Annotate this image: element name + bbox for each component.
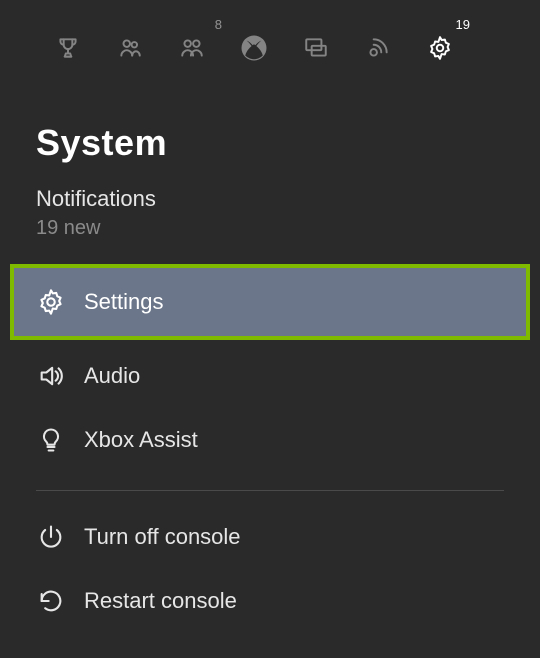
tab-broadcast[interactable]	[362, 32, 394, 64]
xbox-icon	[239, 33, 269, 63]
menu-audio[interactable]: Audio	[0, 344, 540, 408]
guide-topbar: 8 19	[0, 0, 540, 94]
menu-power-off[interactable]: Turn off console	[0, 505, 540, 569]
power-icon	[36, 522, 66, 552]
tab-system[interactable]: 19	[424, 32, 456, 64]
menu-settings[interactable]: Settings	[10, 264, 530, 340]
menu-settings-label: Settings	[84, 289, 164, 315]
broadcast-icon	[365, 35, 391, 61]
trophy-icon	[55, 35, 81, 61]
lightbulb-icon	[36, 425, 66, 455]
system-badge: 19	[456, 17, 470, 32]
speaker-icon	[36, 361, 66, 391]
friends-icon	[117, 35, 143, 61]
party-icon	[179, 35, 205, 61]
tab-messages[interactable]	[300, 32, 332, 64]
messages-icon	[303, 35, 329, 61]
menu-assist-label: Xbox Assist	[84, 427, 198, 453]
menu-restart-label: Restart console	[84, 588, 237, 614]
tab-achievements[interactable]	[52, 32, 84, 64]
tab-friends[interactable]	[114, 32, 146, 64]
menu-poweroff-label: Turn off console	[84, 524, 241, 550]
party-badge: 8	[215, 17, 222, 32]
restart-icon	[36, 586, 66, 616]
page-title: System	[0, 94, 540, 178]
menu-audio-label: Audio	[84, 363, 140, 389]
notifications-count: 19 new	[36, 214, 540, 242]
system-menu: Settings Audio Xbox Assist Turn off cons…	[0, 264, 540, 633]
notifications-label: Notifications	[36, 184, 540, 214]
tab-party[interactable]: 8	[176, 32, 208, 64]
gear-icon	[36, 287, 66, 317]
menu-restart[interactable]: Restart console	[0, 569, 540, 633]
menu-divider	[36, 490, 504, 491]
notifications-summary[interactable]: Notifications 19 new	[0, 178, 540, 242]
tab-home[interactable]	[238, 32, 270, 64]
menu-xbox-assist[interactable]: Xbox Assist	[0, 408, 540, 472]
settings-gear-icon	[427, 35, 453, 61]
